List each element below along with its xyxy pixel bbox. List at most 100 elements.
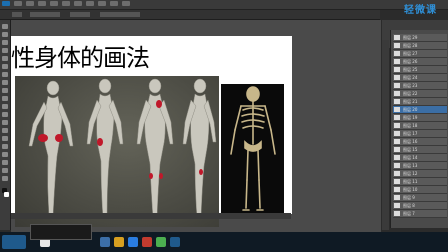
layer-row[interactable]: 图层 9 [393, 194, 447, 202]
eyedropper-tool-icon[interactable] [2, 64, 8, 69]
stamp-tool-icon[interactable] [2, 88, 8, 93]
layer-name: 图层 7 [403, 211, 415, 216]
layer-thumbnail [394, 35, 400, 40]
move-tool-icon[interactable] [2, 24, 8, 29]
options-bar [0, 10, 380, 20]
layer-name: 图层 20 [403, 107, 418, 112]
layer-row[interactable]: 图层 18 [393, 122, 447, 130]
figure-reference-image [15, 76, 219, 227]
menu-image[interactable] [38, 1, 46, 6]
layer-row[interactable]: 图层 13 [393, 162, 447, 170]
healing-tool-icon[interactable] [2, 72, 8, 77]
taskbar-app-icon[interactable] [156, 237, 166, 247]
layer-row[interactable]: 图层 8 [393, 202, 447, 210]
layer-row[interactable]: 图层 16 [393, 138, 447, 146]
layer-row[interactable]: 图层 28 [393, 42, 447, 50]
path-select-tool-icon[interactable] [2, 152, 8, 157]
layer-row[interactable]: 图层 24 [393, 74, 447, 82]
background-color-swatch[interactable] [4, 192, 9, 197]
photoshop-taskbar-icon[interactable] [170, 237, 180, 247]
layer-name: 图层 16 [403, 139, 418, 144]
document-canvas[interactable]: 性身体的画法 [11, 36, 292, 227]
layer-thumbnail [394, 99, 400, 104]
layer-row[interactable]: 图层 10 [393, 186, 447, 194]
menu-type[interactable] [62, 1, 70, 6]
taskbar-app-icon[interactable] [128, 237, 138, 247]
zoom-tool-icon[interactable] [2, 176, 8, 181]
layer-name: 图层 13 [403, 163, 418, 168]
eraser-tool-icon[interactable] [2, 104, 8, 109]
layer-thumbnail [394, 187, 400, 192]
gradient-tool-icon[interactable] [2, 112, 8, 117]
layer-name: 图层 21 [403, 99, 418, 104]
history-brush-tool-icon[interactable] [2, 96, 8, 101]
layer-name: 图层 10 [403, 187, 418, 192]
layer-name: 图层 27 [403, 51, 418, 56]
menu-help[interactable] [122, 1, 130, 6]
layer-row-selected[interactable]: 图层 20 [393, 106, 447, 114]
menu-edit[interactable] [26, 1, 34, 6]
layer-row[interactable]: 图层 11 [393, 178, 447, 186]
pen-tool-icon[interactable] [2, 136, 8, 141]
blur-tool-icon[interactable] [2, 120, 8, 125]
skeleton-reference-image [221, 84, 284, 216]
tools-panel [0, 20, 11, 230]
layer-thumbnail [394, 163, 400, 168]
lasso-tool-icon[interactable] [2, 40, 8, 45]
layer-row[interactable]: 图层 27 [393, 50, 447, 58]
start-button[interactable] [2, 235, 26, 249]
crop-tool-icon[interactable] [2, 56, 8, 61]
layer-name: 图层 23 [403, 83, 418, 88]
layer-row[interactable]: 图层 14 [393, 154, 447, 162]
menu-file[interactable] [14, 1, 22, 6]
layer-row[interactable]: 图层 23 [393, 82, 447, 90]
brush-tool-icon[interactable] [2, 80, 8, 85]
dodge-tool-icon[interactable] [2, 128, 8, 133]
menu-select[interactable] [74, 1, 82, 6]
taskbar-thumbnail-popup[interactable] [30, 224, 92, 240]
layer-name: 图层 17 [403, 131, 418, 136]
type-tool-icon[interactable] [2, 144, 8, 149]
menu-view[interactable] [98, 1, 106, 6]
layer-name: 图层 19 [403, 115, 418, 120]
layer-row[interactable]: 图层 21 [393, 98, 447, 106]
status-bar [11, 213, 291, 219]
layer-thumbnail [394, 211, 400, 216]
collapsed-panel-icons[interactable] [382, 40, 389, 230]
menu-filter[interactable] [86, 1, 94, 6]
marquee-tool-icon[interactable] [2, 32, 8, 37]
layer-row[interactable]: 图层 22 [393, 90, 447, 98]
layer-row[interactable]: 图层 25 [393, 66, 447, 74]
layer-thumbnail [394, 131, 400, 136]
photoshop-logo-icon [2, 1, 10, 6]
menu-layer[interactable] [50, 1, 58, 6]
layer-thumbnail [394, 147, 400, 152]
layer-thumbnail [394, 195, 400, 200]
layer-thumbnail [394, 155, 400, 160]
option-field[interactable] [100, 12, 140, 17]
magic-wand-tool-icon[interactable] [2, 48, 8, 53]
menu-window[interactable] [110, 1, 118, 6]
layer-name: 图层 29 [403, 35, 418, 40]
layer-row[interactable]: 图层 26 [393, 58, 447, 66]
layer-row[interactable]: 图层 19 [393, 114, 447, 122]
layer-name: 图层 24 [403, 75, 418, 80]
layer-row[interactable]: 图层 17 [393, 130, 447, 138]
option-field[interactable] [30, 12, 60, 17]
taskbar-app-icon[interactable] [114, 237, 124, 247]
taskbar-app-icon[interactable] [142, 237, 152, 247]
layer-row[interactable]: 图层 12 [393, 170, 447, 178]
layer-row[interactable]: 图层 15 [393, 146, 447, 154]
layer-name: 图层 22 [403, 91, 418, 96]
option-field[interactable] [70, 12, 90, 17]
taskbar-app-icon[interactable] [100, 237, 110, 247]
shape-tool-icon[interactable] [2, 160, 8, 165]
layer-thumbnail [394, 123, 400, 128]
document-title-text: 性身体的画法 [11, 44, 150, 72]
layer-name: 图层 8 [403, 203, 415, 208]
layer-row[interactable]: 图层 7 [393, 210, 447, 218]
layer-name: 图层 26 [403, 59, 418, 64]
hand-tool-icon[interactable] [2, 168, 8, 173]
layer-row[interactable]: 图层 29 [393, 34, 447, 42]
tool-preset-picker[interactable] [12, 12, 22, 17]
